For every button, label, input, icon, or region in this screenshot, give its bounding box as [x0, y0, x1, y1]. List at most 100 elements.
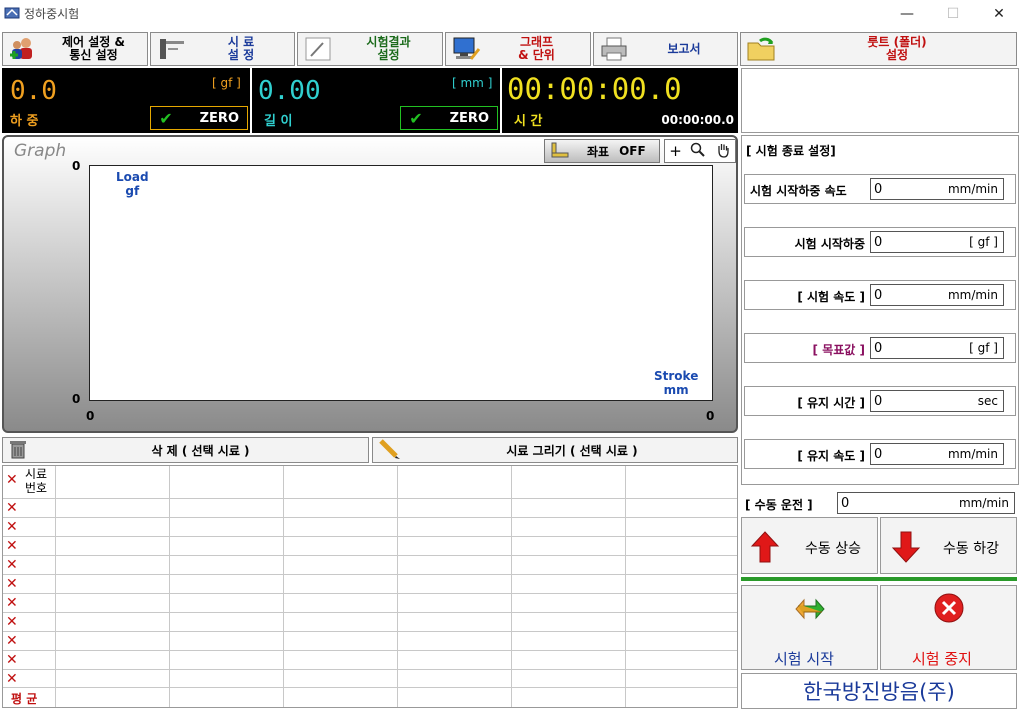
delete-row-icon[interactable]: ✕	[6, 576, 18, 592]
delete-row-icon[interactable]: ✕	[6, 671, 18, 687]
setting-row: 시험 시작하중 속도 0 mm/min	[744, 174, 1016, 204]
field-value: 0	[874, 446, 883, 462]
stroke-unit: [ mm ]	[452, 76, 493, 90]
load-zero-button[interactable]: ✔ ZERO	[150, 106, 248, 130]
minimize-button[interactable]: —	[884, 0, 930, 28]
section-title: [ 시험 종료 설정]	[746, 144, 836, 158]
field-value: 0	[874, 287, 883, 303]
delete-row-icon[interactable]: ✕	[6, 652, 18, 668]
load-value: 0.0	[10, 76, 57, 106]
header-line: 시료	[25, 467, 48, 481]
x-axis-label-name: Stroke	[654, 369, 699, 383]
toolbar-label: 설정	[377, 48, 400, 62]
delete-all-icon[interactable]: ✕	[6, 472, 18, 488]
setting-label: [ 유지 시간 ]	[797, 396, 865, 410]
plus-tool[interactable]: +	[669, 142, 682, 160]
zoom-icon[interactable]	[690, 142, 706, 161]
field-unit: sec	[977, 394, 998, 408]
stroke-zero-button[interactable]: ✔ ZERO	[400, 106, 498, 130]
pencil-icon	[301, 34, 335, 64]
sample-table: ✕ 시료 번호 ✕ ✕ ✕ ✕ ✕ ✕ ✕ ✕ ✕ ✕ 평 균	[2, 465, 738, 708]
draw-label: 시료 그리기 ( 선택 시료 )	[506, 443, 638, 458]
table-row[interactable]: ✕	[3, 556, 737, 575]
setting-row: [ 유지 시간 ] 0 sec	[744, 386, 1016, 416]
control-settings-button[interactable]: 제어 설정 & 통신 설정	[2, 32, 148, 66]
trash-icon	[3, 439, 33, 462]
coord-state: OFF	[619, 144, 646, 158]
draw-sample-button[interactable]: 시료 그리기 ( 선택 시료 )	[372, 437, 738, 463]
manual-speed-field[interactable]: 0 mm/min	[837, 492, 1015, 514]
close-button[interactable]: ✕	[976, 0, 1022, 28]
manual-up-button[interactable]: 수동 상승	[741, 517, 878, 574]
setting-label: [ 유지 속도 ]	[797, 449, 865, 463]
sample-settings-button[interactable]: 시 료설 정	[150, 32, 295, 66]
delete-row-icon[interactable]: ✕	[6, 614, 18, 630]
delete-sample-button[interactable]: 삭 제 ( 선택 시료 )	[2, 437, 369, 463]
delete-row-icon[interactable]: ✕	[6, 557, 18, 573]
delete-row-icon[interactable]: ✕	[6, 538, 18, 554]
plot-area[interactable]	[89, 165, 713, 401]
graph-tools: +	[664, 139, 736, 163]
target-value-field[interactable]: 0 [ gf ]	[870, 337, 1004, 359]
coord-toggle[interactable]: 좌표 OFF	[544, 139, 660, 163]
hold-time-field[interactable]: 0 sec	[870, 390, 1004, 412]
coord-label: 좌표	[587, 144, 610, 159]
field-value: 0	[874, 340, 883, 356]
maximize-button[interactable]: ☐	[930, 0, 976, 28]
end-settings-panel: [ 시험 종료 설정] 시험 시작하중 속도 0 mm/min 시험 시작하중 0…	[741, 135, 1019, 485]
setting-row: [ 목표값 ] 0 [ gf ]	[744, 333, 1016, 363]
delete-label: 삭 제 ( 선택 시료 )	[151, 443, 250, 458]
users-icon	[6, 34, 40, 64]
setting-row: [ 시험 속도 ] 0 mm/min	[744, 280, 1016, 310]
hand-icon[interactable]	[715, 142, 731, 161]
stroke-display: 0.00 [ mm ] 길 이 ✔ ZERO	[252, 68, 500, 133]
x-tick-left: 0	[86, 409, 95, 423]
delete-row-icon[interactable]: ✕	[6, 519, 18, 535]
start-load-field[interactable]: 0 [ gf ]	[870, 231, 1004, 253]
table-row[interactable]: ✕	[3, 632, 737, 651]
stroke-label: 길 이	[264, 114, 293, 129]
pencil-draw-icon	[373, 438, 407, 463]
test-speed-field[interactable]: 0 mm/min	[870, 284, 1004, 306]
field-unit: [ gf ]	[969, 341, 998, 355]
start-test-button[interactable]: 시험 시작	[741, 585, 878, 670]
delete-row-icon[interactable]: ✕	[6, 633, 18, 649]
field-value: 0	[874, 393, 883, 409]
start-load-speed-field[interactable]: 0 mm/min	[870, 178, 1004, 200]
graph-unit-button[interactable]: 그래프 & 단위	[445, 32, 591, 66]
folder-icon	[744, 34, 778, 64]
delete-row-icon[interactable]: ✕	[6, 595, 18, 611]
table-row[interactable]: ✕	[3, 518, 737, 537]
delete-row-icon[interactable]: ✕	[6, 500, 18, 516]
arrow-up-icon	[750, 530, 780, 567]
report-button[interactable]: 보고서	[593, 32, 738, 66]
table-row[interactable]: ✕	[3, 613, 737, 632]
load-label: 하 중	[10, 114, 39, 129]
result-settings-button[interactable]: 시험결과 설정	[297, 32, 443, 66]
setting-label: [ 목표값 ]	[812, 343, 865, 357]
table-row[interactable]: ✕	[3, 499, 737, 518]
toolbar-label: 설정	[885, 48, 909, 62]
window-title: 정하중시험	[24, 7, 80, 21]
table-row[interactable]: ✕	[3, 594, 737, 613]
setting-row: 시험 시작하중 0 [ gf ]	[744, 227, 1016, 257]
hold-speed-field[interactable]: 0 mm/min	[870, 443, 1004, 465]
divider	[741, 577, 1017, 581]
arrow-down-icon	[891, 530, 921, 567]
y-tick-bottom: 0	[72, 392, 81, 406]
time-label: 시 간	[514, 114, 543, 129]
table-header: ✕ 시료 번호	[3, 466, 737, 499]
x-axis-label-unit: mm	[663, 383, 689, 397]
graph-panel: Graph 좌표 OFF + Load gf Stroke mm 0 0 0 0	[2, 135, 738, 433]
field-unit: [ gf ]	[969, 235, 998, 249]
root-folder-button[interactable]: 룻트 (폴더) 설정	[740, 32, 1017, 66]
table-row[interactable]: ✕	[3, 670, 737, 688]
field-unit: mm/min	[947, 182, 998, 196]
manual-down-button[interactable]: 수동 하강	[880, 517, 1017, 574]
table-row[interactable]: ✕	[3, 537, 737, 556]
stop-label: 시험 중지	[912, 650, 972, 668]
table-row[interactable]: ✕	[3, 651, 737, 670]
stop-test-button[interactable]: 시험 중지	[880, 585, 1017, 670]
table-row[interactable]: ✕	[3, 575, 737, 594]
field-unit: mm/min	[947, 447, 998, 461]
